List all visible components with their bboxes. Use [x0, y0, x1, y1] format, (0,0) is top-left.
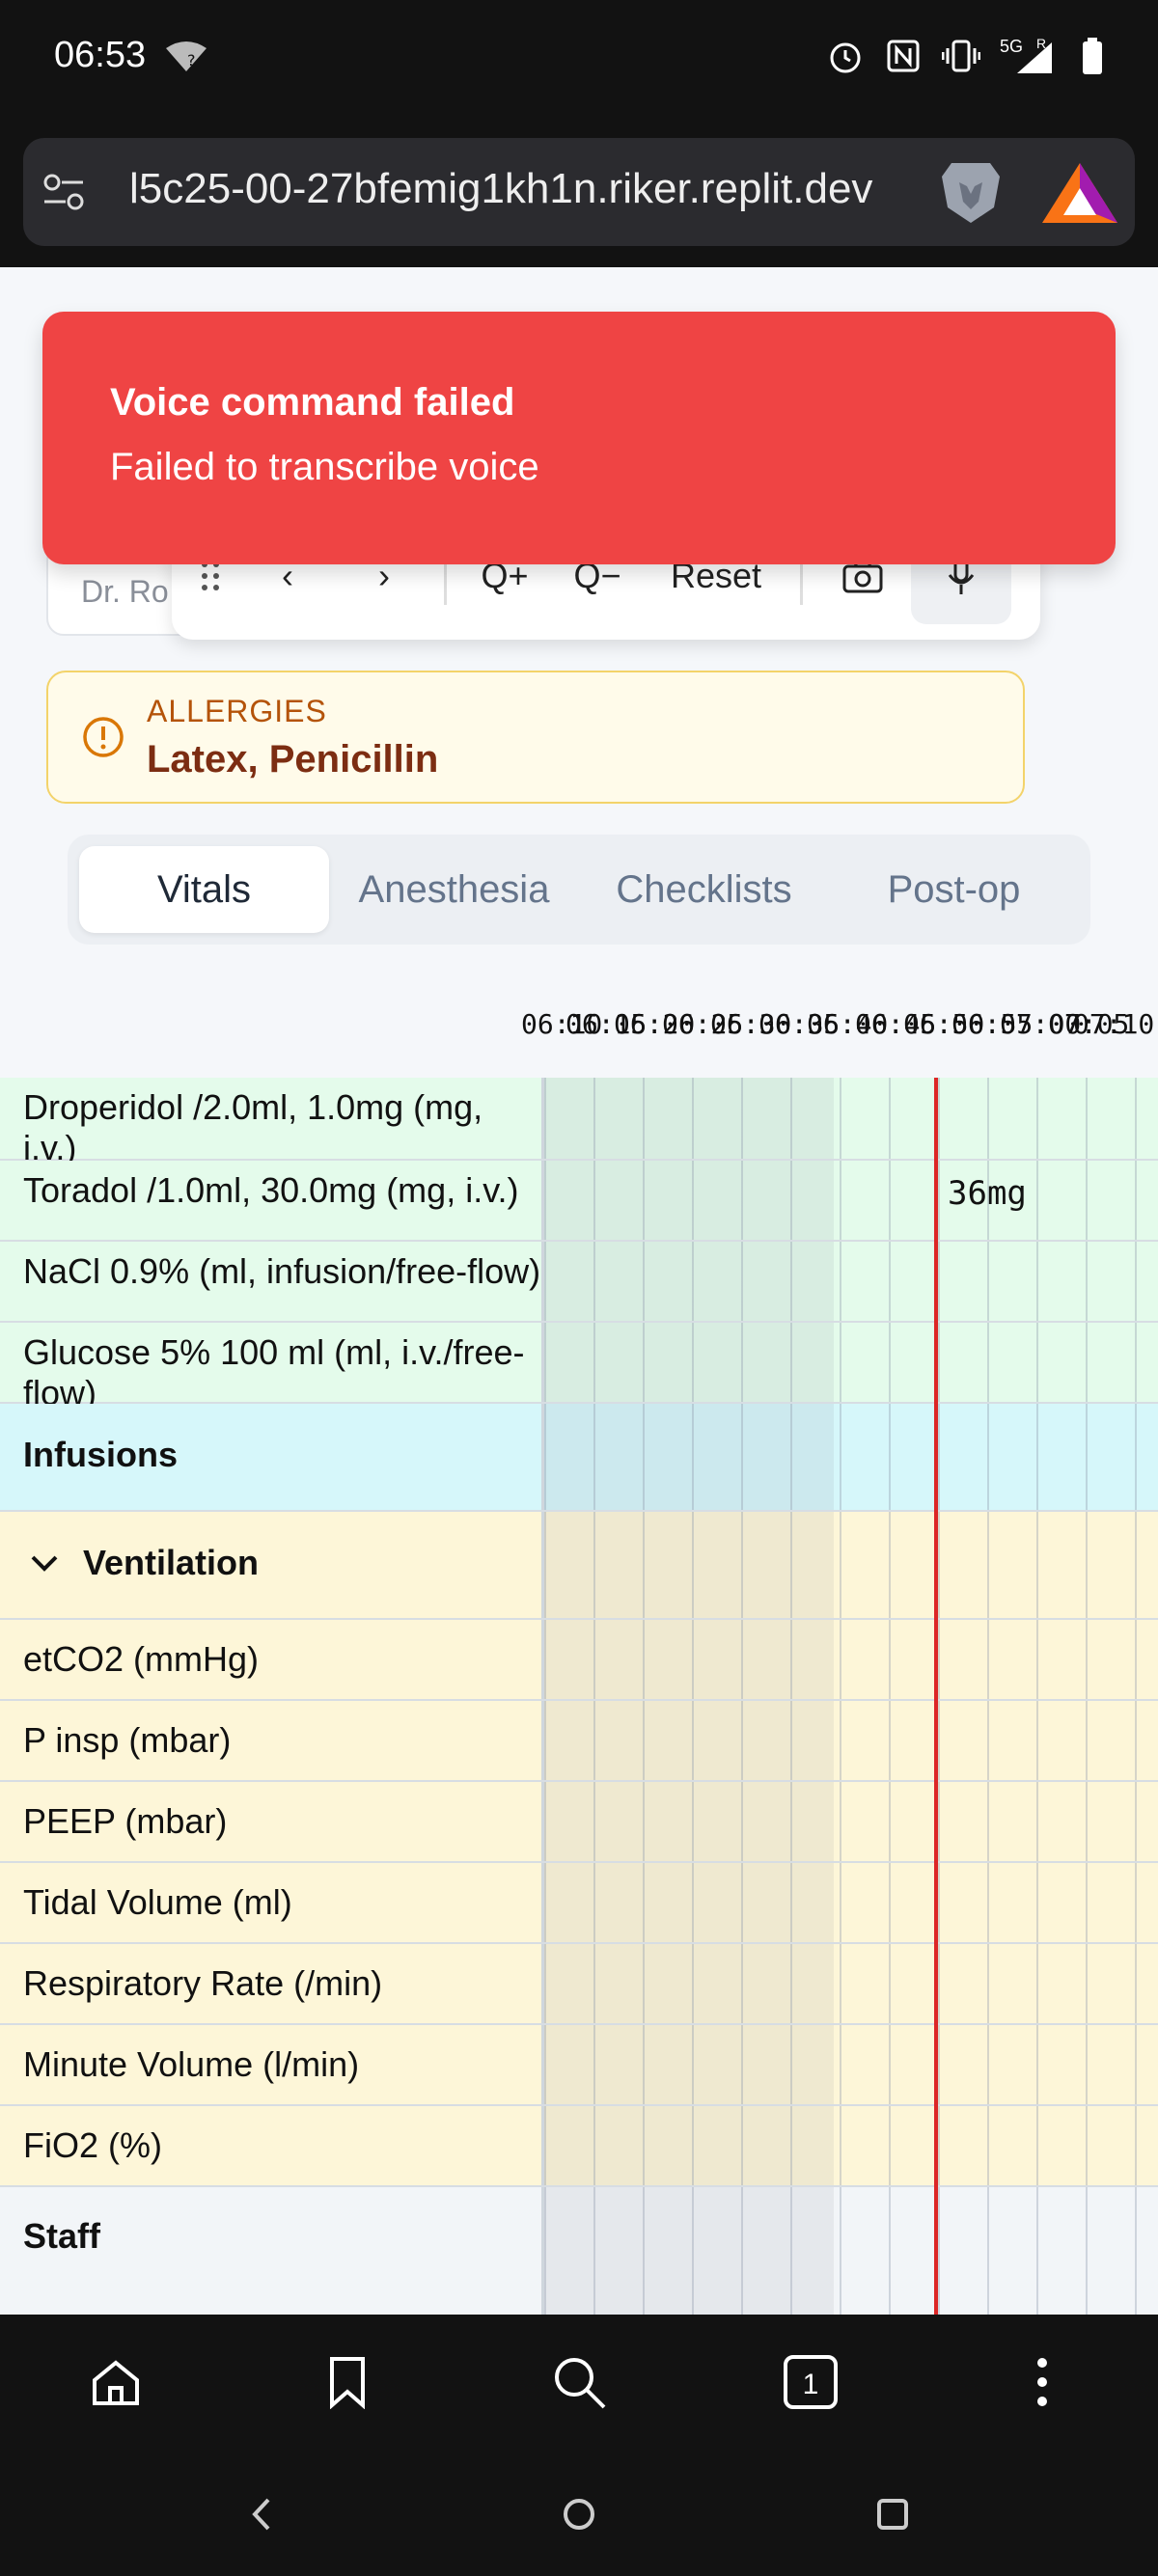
browser-bottom-nav: 1: [0, 2315, 1158, 2450]
ventilation-row[interactable]: Minute Volume (l/min): [0, 2025, 1158, 2106]
row-label: FiO2 (%): [0, 2106, 544, 2185]
staff-section[interactable]: Staff: [0, 2187, 1158, 2315]
anesthesia-chart-grid[interactable]: Droperidol /2.0ml, 1.0mg (mg, i.v.) Tora…: [0, 1078, 1158, 2315]
bookmark-icon[interactable]: [309, 2343, 386, 2421]
brave-rewards-icon[interactable]: [1036, 159, 1123, 229]
row-label: Glucose 5% 100 ml (ml, i.v./free-flow): [0, 1323, 544, 1412]
alert-circle-icon: [83, 717, 124, 757]
row-label: Minute Volume (l/min): [0, 2025, 544, 2104]
tabs-icon[interactable]: 1: [772, 2343, 849, 2421]
section-title: Staff: [0, 2187, 544, 2315]
ventilation-section[interactable]: Ventilation: [0, 1512, 1158, 1620]
svg-text:?: ?: [187, 51, 196, 69]
error-toast[interactable]: Voice command failed Failed to transcrib…: [42, 312, 1116, 564]
battery-icon: [1073, 37, 1112, 75]
status-bar: 06:53 ? 5G R: [0, 0, 1158, 121]
nfc-icon: [884, 37, 923, 75]
tab-anesthesia[interactable]: Anesthesia: [329, 846, 579, 933]
current-time-line: [934, 1078, 938, 2315]
toast-title: Voice command failed: [110, 381, 515, 424]
row-label: Droperidol /2.0ml, 1.0mg (mg, i.v.): [0, 1078, 544, 1167]
ventilation-row[interactable]: Respiratory Rate (/min): [0, 1944, 1158, 2025]
ventilation-row[interactable]: FiO2 (%): [0, 2106, 1158, 2187]
row-label: PEEP (mbar): [0, 1782, 544, 1861]
row-label: NaCl 0.9% (ml, infusion/free-flow): [0, 1242, 544, 1321]
toast-message: Failed to transcribe voice: [110, 446, 539, 488]
dose-marker[interactable]: 36mg: [948, 1174, 1027, 1213]
wifi-icon: ?: [166, 41, 207, 71]
time-axis: 06:10 06:15 06:20 06:25 06:30 06:35 06:4…: [521, 1008, 1158, 1047]
status-time: 06:53: [54, 35, 147, 75]
section-title: Ventilation: [83, 1543, 260, 1582]
recents-icon[interactable]: [868, 2490, 917, 2538]
row-label: etCO2 (mmHg): [0, 1620, 544, 1699]
tab-checklists[interactable]: Checklists: [579, 846, 829, 933]
ventilation-row[interactable]: PEEP (mbar): [0, 1782, 1158, 1863]
search-icon[interactable]: [540, 2343, 618, 2421]
row-label: Respiratory Rate (/min): [0, 1944, 544, 2023]
site-settings-icon[interactable]: [41, 171, 87, 213]
system-navigation-bar: [0, 2450, 1158, 2576]
medication-row[interactable]: Droperidol /2.0ml, 1.0mg (mg, i.v.): [0, 1078, 1158, 1167]
more-menu-icon[interactable]: [1004, 2343, 1081, 2421]
row-label: P insp (mbar): [0, 1701, 544, 1780]
url-text[interactable]: l5c25-00-27bfemig1kh1n.riker.replit.dev: [129, 165, 921, 213]
tab-bar: Vitals Anesthesia Checklists Post-op: [68, 835, 1090, 945]
ventilation-row[interactable]: P insp (mbar): [0, 1701, 1158, 1782]
vibrate-icon: [942, 37, 980, 75]
ventilation-row[interactable]: Tidal Volume (ml): [0, 1863, 1158, 1944]
svg-text:1: 1: [803, 2369, 819, 2400]
tab-post-op[interactable]: Post-op: [829, 846, 1079, 933]
medication-row[interactable]: Glucose 5% 100 ml (ml, i.v./free-flow): [0, 1323, 1158, 1412]
home-button-icon[interactable]: [555, 2490, 603, 2538]
medication-row[interactable]: NaCl 0.9% (ml, infusion/free-flow): [0, 1242, 1158, 1323]
section-header: Ventilation: [0, 1512, 544, 1618]
row-label: Tidal Volume (ml): [0, 1863, 544, 1942]
section-title: Infusions: [0, 1404, 544, 1510]
tab-vitals[interactable]: Vitals: [79, 846, 329, 933]
ventilation-row[interactable]: etCO2 (mmHg): [0, 1620, 1158, 1701]
home-icon[interactable]: [77, 2343, 154, 2421]
alarm-icon: [826, 37, 865, 75]
address-bar[interactable]: l5c25-00-27bfemig1kh1n.riker.replit.dev: [23, 138, 1135, 246]
allergy-value: Latex, Penicillin: [147, 738, 439, 781]
signal-icon: 5G R: [1000, 37, 1054, 75]
svg-text:5G: 5G: [1000, 37, 1023, 56]
time-tick: 07:10: [1073, 1008, 1155, 1040]
row-label: Toradol /1.0ml, 30.0mg (mg, i.v.): [0, 1161, 544, 1240]
brave-shields-icon[interactable]: [923, 157, 1019, 227]
infusions-section[interactable]: Infusions: [0, 1404, 1158, 1512]
back-icon[interactable]: [237, 2490, 286, 2538]
chevron-down-icon[interactable]: [29, 1543, 60, 1583]
allergy-banner: ALLERGIES Latex, Penicillin: [46, 671, 1025, 804]
allergy-label: ALLERGIES: [147, 694, 327, 728]
web-page: Dr. Ro ‹ › Q+ Q− Reset Voice command fai…: [0, 267, 1158, 2315]
